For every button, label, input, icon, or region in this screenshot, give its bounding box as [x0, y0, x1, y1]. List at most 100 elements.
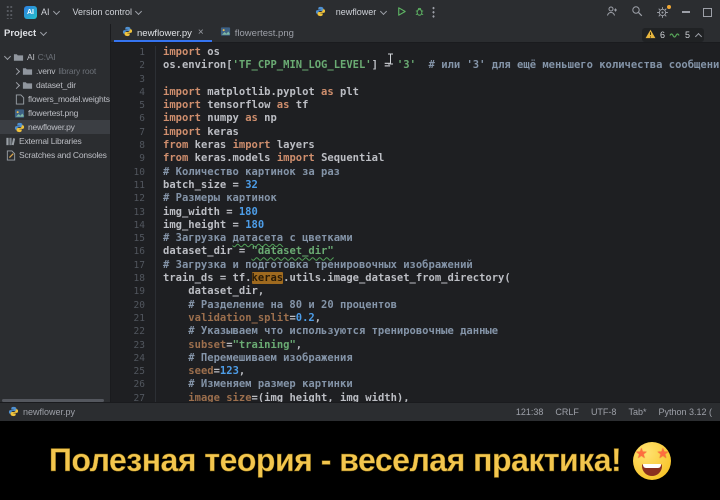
- folder-icon: [13, 52, 24, 63]
- debug-button[interactable]: [414, 6, 425, 19]
- code-area[interactable]: 1import os2os.environ['TF_CPP_MIN_LOG_LE…: [111, 42, 720, 403]
- code-text: import numpy as np: [163, 112, 277, 125]
- line-number[interactable]: 1: [111, 46, 156, 59]
- more-actions-icon[interactable]: [432, 6, 435, 18]
- window-grip[interactable]: [6, 5, 13, 19]
- close-tab-icon[interactable]: ×: [198, 28, 204, 38]
- warning-icon: [645, 29, 656, 41]
- settings-gear-icon[interactable]: [656, 6, 669, 19]
- status-file-name[interactable]: newflower.py: [23, 407, 75, 417]
- maximize-button[interactable]: [703, 8, 712, 17]
- line-number[interactable]: 8: [111, 139, 156, 152]
- caption-banner: Полезная теория - веселая практика! ★ ★: [0, 421, 720, 500]
- line-number[interactable]: 7: [111, 126, 156, 139]
- tree-item[interactable]: External Libraries: [0, 134, 110, 148]
- tree-item-label: flowers_model.weights.h5: [28, 94, 110, 104]
- python-icon: [14, 122, 25, 133]
- line-number[interactable]: 6: [111, 112, 156, 125]
- code-text: from keras.models import Sequential: [163, 152, 384, 165]
- line-number[interactable]: 3: [111, 73, 156, 86]
- run-config-label: newflower: [336, 7, 377, 17]
- inspections-widget[interactable]: 6 5: [642, 28, 704, 42]
- code-line: 18 train_ds = tf.keras.utils.image_datase…: [111, 272, 720, 285]
- code-line: 8from keras import layers: [111, 139, 720, 152]
- search-icon[interactable]: [631, 5, 643, 19]
- line-number[interactable]: 15: [111, 232, 156, 245]
- code-line: 2os.environ['TF_CPP_MIN_LOG_LEVEL'] = '3…: [111, 59, 720, 72]
- project-panel-header[interactable]: Project: [0, 24, 110, 42]
- chevron-right-icon[interactable]: [13, 67, 20, 74]
- chevron-up-icon: [695, 32, 702, 39]
- version-control-widget[interactable]: Version control: [70, 5, 145, 19]
- code-line: 12 # Размеры картинок: [111, 192, 720, 205]
- code-line: 11batch_size = 32: [111, 179, 720, 192]
- image-icon: [14, 108, 25, 119]
- interpreter[interactable]: Python 3.12 (: [658, 407, 712, 417]
- line-number[interactable]: 13: [111, 206, 156, 219]
- line-number[interactable]: 4: [111, 86, 156, 99]
- tree-item[interactable]: AIC:\AI: [0, 50, 110, 64]
- line-number[interactable]: 16: [111, 245, 156, 258]
- code-line: 20 # Разделение на 80 и 20 процентов: [111, 299, 720, 312]
- code-with-me-user-icon[interactable]: [606, 5, 618, 19]
- tree-item[interactable]: flowers_model.weights.h5: [0, 92, 110, 106]
- file-encoding[interactable]: UTF-8: [591, 407, 617, 417]
- tab-bar: newflower.py×flowertest.png: [111, 24, 720, 43]
- code-text: # Разделение на 80 и 20 процентов: [163, 299, 397, 312]
- code-text: # Указываем что используются тренировочн…: [163, 325, 498, 338]
- line-number[interactable]: 24: [111, 352, 156, 365]
- line-number[interactable]: 17: [111, 259, 156, 272]
- line-number[interactable]: 14: [111, 219, 156, 232]
- tree-item[interactable]: newflower.py: [0, 120, 110, 134]
- code-text: train_ds = tf.keras.utils.image_dataset_…: [163, 272, 511, 285]
- tab-newflower.py[interactable]: newflower.py×: [114, 24, 212, 42]
- code-line: 25 seed=123,: [111, 365, 720, 378]
- python-icon: [315, 6, 326, 19]
- line-number[interactable]: 11: [111, 179, 156, 192]
- tree-item[interactable]: .venvlibrary root: [0, 64, 110, 78]
- line-number[interactable]: 25: [111, 365, 156, 378]
- tree-item[interactable]: Scratches and Consoles: [0, 148, 110, 162]
- code-text: # Загрузка и подготовка тренировочных из…: [163, 259, 473, 272]
- python-icon: [122, 26, 133, 40]
- tree-item[interactable]: flowertest.png: [0, 106, 110, 120]
- run-button[interactable]: [396, 6, 407, 19]
- indent-style[interactable]: Tab*: [628, 407, 646, 417]
- line-number[interactable]: 23: [111, 339, 156, 352]
- code-text: dataset_dir,: [163, 285, 264, 298]
- line-number[interactable]: 19: [111, 285, 156, 298]
- ide-window: AI AI Version control newflower: [0, 0, 720, 421]
- tab-flowertest.png[interactable]: flowertest.png: [212, 24, 302, 42]
- library-icon: [5, 136, 16, 147]
- main-area: Project AIC:\AI.venvlibrary root dataset_…: [0, 24, 720, 403]
- code-line: 4import matplotlib.pyplot as plt: [111, 86, 720, 99]
- line-number[interactable]: 20: [111, 299, 156, 312]
- tree-item-meta: C:\AI: [38, 52, 56, 62]
- code-text: img_width = 180: [163, 206, 258, 219]
- minimize-button[interactable]: [682, 11, 690, 13]
- tree-item[interactable]: dataset_dir: [0, 78, 110, 92]
- code-text: # Размеры картинок: [163, 192, 277, 205]
- line-number[interactable]: 26: [111, 378, 156, 391]
- line-number[interactable]: 18: [111, 272, 156, 285]
- line-number[interactable]: 21: [111, 312, 156, 325]
- code-text: seed=123,: [163, 365, 245, 378]
- code-line: 7import keras: [111, 126, 720, 139]
- line-number[interactable]: 2: [111, 59, 156, 72]
- caret-position[interactable]: 121:38: [516, 407, 544, 417]
- ai-widget[interactable]: AI AI: [21, 4, 62, 21]
- warnings-count: 6: [660, 30, 665, 40]
- tree-item-label: dataset_dir: [36, 80, 76, 90]
- line-number[interactable]: 9: [111, 152, 156, 165]
- run-config-selector[interactable]: newflower: [333, 5, 390, 19]
- settings-notification-dot: [667, 5, 671, 9]
- line-number[interactable]: 10: [111, 166, 156, 179]
- code-text: # Изменяем размер картинки: [163, 378, 353, 391]
- chevron-down-icon[interactable]: [4, 52, 11, 59]
- line-number[interactable]: 12: [111, 192, 156, 205]
- line-number[interactable]: 5: [111, 99, 156, 112]
- project-tree: AIC:\AI.venvlibrary root dataset_dirflowe…: [0, 50, 110, 162]
- chevron-right-icon[interactable]: [13, 81, 20, 88]
- line-number[interactable]: 22: [111, 325, 156, 338]
- line-separator[interactable]: CRLF: [555, 407, 579, 417]
